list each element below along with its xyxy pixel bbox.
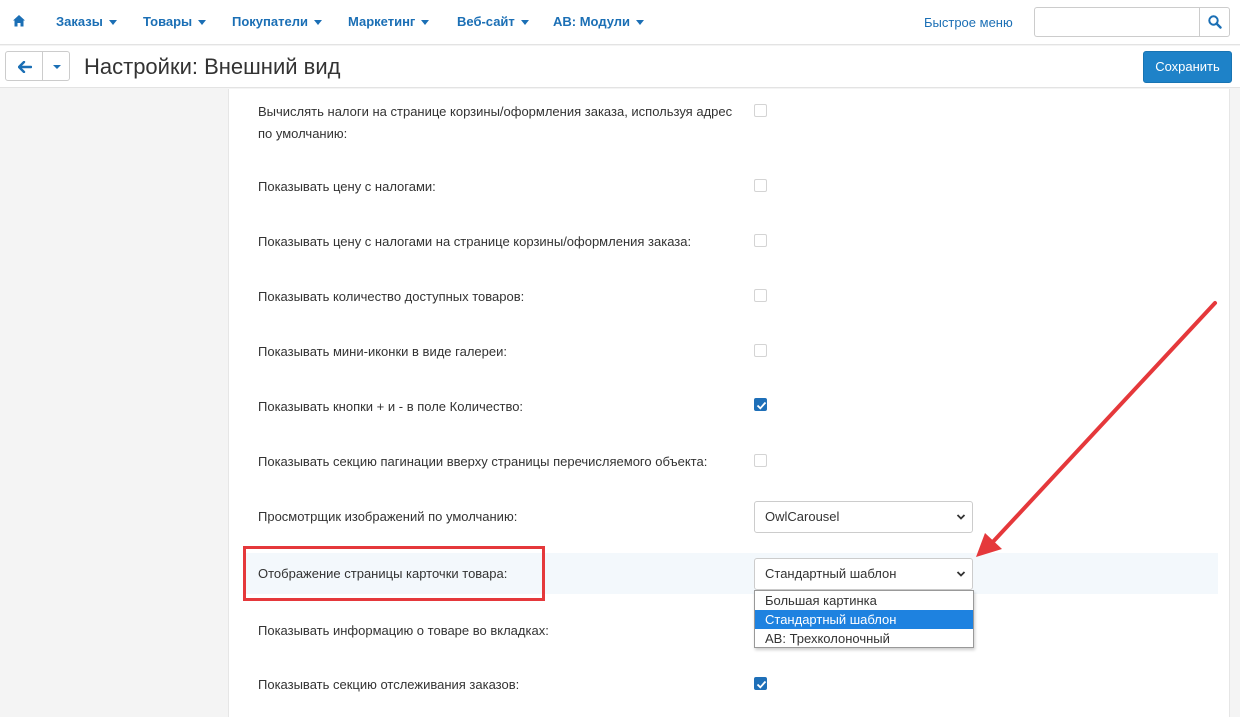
caret-down-icon bbox=[53, 65, 61, 69]
quick-menu-link[interactable]: Быстрое меню bbox=[924, 15, 1013, 30]
select-dropdown-list: Большая картинка Стандартный шаблон AB: … bbox=[754, 590, 974, 648]
back-history-dropdown[interactable] bbox=[42, 51, 70, 81]
dropdown-option-selected[interactable]: Стандартный шаблон bbox=[755, 610, 973, 629]
highlight-box bbox=[243, 546, 545, 601]
arrow-left-icon bbox=[18, 61, 32, 73]
nav-item-label: Товары bbox=[143, 14, 193, 29]
setting-checkbox[interactable] bbox=[754, 289, 767, 302]
setting-checkbox[interactable] bbox=[754, 104, 767, 117]
image-viewer-select[interactable]: OwlCarousel bbox=[754, 501, 973, 533]
title-bar: Настройки: Внешний вид Сохранить bbox=[0, 46, 1240, 88]
caret-down-icon bbox=[198, 20, 207, 26]
nav-item-label: Веб-сайт bbox=[457, 14, 515, 29]
setting-label: Показывать информацию о товаре во вкладк… bbox=[258, 623, 549, 638]
save-button[interactable]: Сохранить bbox=[1143, 51, 1232, 83]
setting-label: Показывать количество доступных товаров: bbox=[258, 289, 525, 304]
nav-item-label: Заказы bbox=[56, 14, 103, 29]
home-icon[interactable] bbox=[12, 14, 26, 28]
chevron-down-icon bbox=[956, 514, 966, 520]
setting-checkbox[interactable] bbox=[754, 344, 767, 357]
setting-label: Показывать секцию пагинации вверху стран… bbox=[258, 454, 708, 469]
nav-item-ab-modules[interactable]: AB: Модули bbox=[553, 14, 645, 29]
nav-item-label: Маркетинг bbox=[348, 14, 416, 29]
setting-label: Показывать цену с налогами: bbox=[258, 179, 436, 194]
search-button[interactable] bbox=[1199, 7, 1230, 37]
nav-item-customers[interactable]: Покупатели bbox=[232, 14, 322, 29]
setting-checkbox[interactable] bbox=[754, 234, 767, 247]
dropdown-option[interactable]: Большая картинка bbox=[755, 591, 973, 610]
nav-item-orders[interactable]: Заказы bbox=[56, 14, 117, 29]
select-value: OwlCarousel bbox=[765, 509, 840, 524]
caret-down-icon bbox=[520, 20, 529, 26]
setting-checkbox-checked[interactable] bbox=[754, 398, 767, 411]
setting-label: Вычислять налоги на странице корзины/офо… bbox=[258, 104, 733, 141]
caret-down-icon bbox=[636, 20, 645, 26]
dropdown-option[interactable]: AB: Трехколоночный bbox=[755, 629, 973, 648]
nav-item-products[interactable]: Товары bbox=[143, 14, 207, 29]
setting-label: Показывать цену с налогами на странице к… bbox=[258, 234, 692, 249]
setting-label: Показывать мини-иконки в виде галереи: bbox=[258, 344, 507, 359]
page-title: Настройки: Внешний вид bbox=[84, 54, 341, 79]
setting-label: Показывать секцию отслеживания заказов: bbox=[258, 677, 520, 692]
setting-checkbox[interactable] bbox=[754, 454, 767, 467]
setting-checkbox-checked[interactable] bbox=[754, 677, 767, 690]
caret-down-icon bbox=[313, 20, 322, 26]
checkmark-icon bbox=[756, 401, 767, 410]
back-button[interactable] bbox=[5, 51, 43, 81]
search-input[interactable] bbox=[1034, 7, 1199, 37]
checkmark-icon bbox=[756, 680, 767, 689]
product-page-template-select[interactable]: Стандартный шаблон bbox=[754, 558, 973, 590]
nav-item-marketing[interactable]: Маркетинг bbox=[348, 14, 430, 29]
caret-down-icon bbox=[421, 20, 430, 26]
setting-label: Показывать кнопки + и - в поле Количеств… bbox=[258, 399, 524, 414]
chevron-down-icon bbox=[956, 571, 966, 577]
top-navigation: Заказы Товары Покупатели Маркетинг Веб-с… bbox=[0, 0, 1240, 45]
left-gutter bbox=[0, 89, 228, 717]
nav-item-label: Покупатели bbox=[232, 14, 308, 29]
caret-down-icon bbox=[108, 20, 117, 26]
setting-checkbox[interactable] bbox=[754, 179, 767, 192]
search-icon bbox=[1208, 15, 1222, 29]
nav-item-website[interactable]: Веб-сайт bbox=[457, 14, 529, 29]
select-value: Стандартный шаблон bbox=[765, 566, 897, 581]
right-gutter bbox=[1230, 89, 1240, 717]
nav-item-label: AB: Модули bbox=[553, 14, 631, 29]
setting-label: Просмотрщик изображений по умолчанию: bbox=[258, 509, 518, 524]
